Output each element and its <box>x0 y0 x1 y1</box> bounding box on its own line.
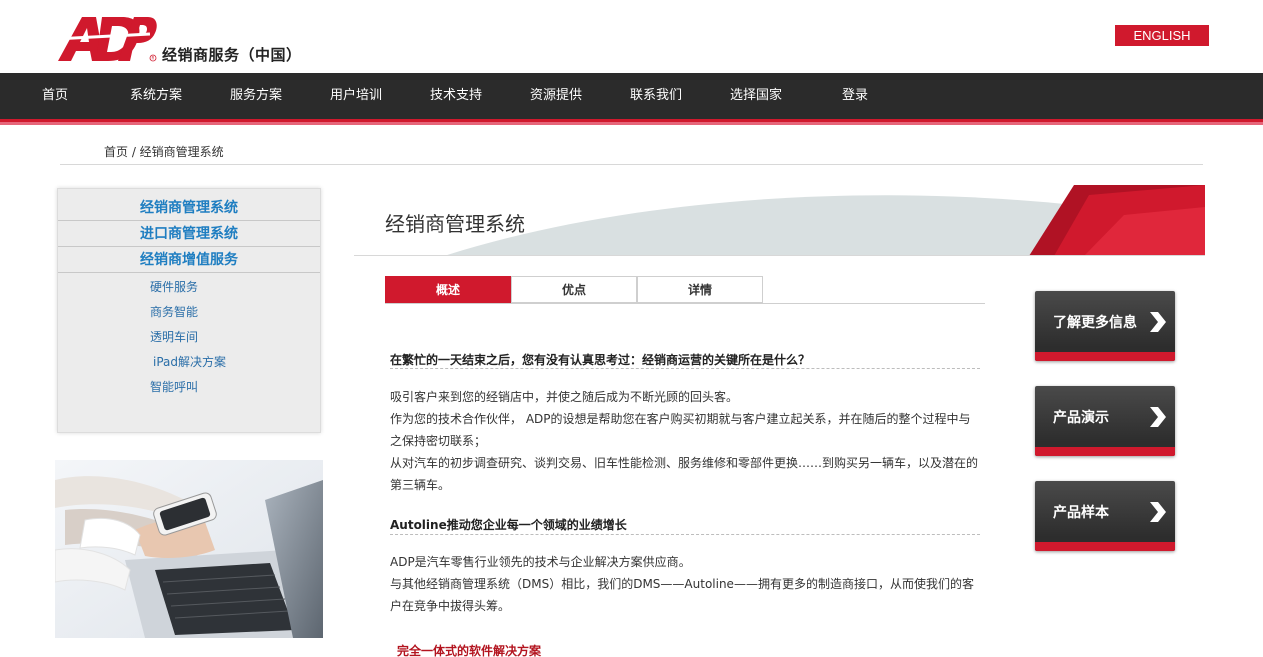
chevron-right-icon <box>1150 312 1166 332</box>
nav-item-login[interactable]: 登录 <box>842 73 868 119</box>
breadcrumb-divider <box>60 164 1203 165</box>
sidebar-item-importer-management[interactable]: 进口商管理系统 <box>58 221 320 247</box>
content-heading-integrated-solution: 完全一体式的软件解决方案 <box>397 644 542 657</box>
nav-item-system-solutions[interactable]: 系统方案 <box>130 73 182 119</box>
site-header: R 经销商服务（中国） ENGLISH <box>0 0 1263 73</box>
main-nav: 首页 系统方案 服务方案 用户培训 技术支持 资源提供 联系我们 选择国家 登录 <box>0 73 1263 119</box>
nav-item-home[interactable]: 首页 <box>42 73 68 119</box>
nav-item-tech-support[interactable]: 技术支持 <box>430 73 482 119</box>
para-line: 户在竞争中拔得头筹。 <box>390 599 511 613</box>
para-line: 吸引客户来到您的经销店中，并使之随后成为不断光顾的回头客。 <box>390 390 739 404</box>
para-line: 第三辆车。 <box>390 478 451 492</box>
sidebar-subitem-ipad-solution[interactable]: iPad解决方案 <box>153 353 226 370</box>
nav-item-contact-us[interactable]: 联系我们 <box>630 73 682 119</box>
cta-accent-bar <box>1035 447 1175 456</box>
nav-item-service-solutions[interactable]: 服务方案 <box>230 73 282 119</box>
learn-more-button[interactable]: 了解更多信息 <box>1035 291 1175 361</box>
sidebar-subitem-smart-call[interactable]: 智能呼叫 <box>150 378 198 395</box>
tab-details[interactable]: 详情 <box>637 276 763 303</box>
nav-item-select-country[interactable]: 选择国家 <box>730 73 782 119</box>
para-line: 与其他经销商管理系统（DMS）相比，我们的DMS——Autoline——拥有更多… <box>390 577 974 591</box>
dashed-divider <box>390 368 980 369</box>
svg-text:R: R <box>152 56 155 61</box>
para-line: 之保持密切联系； <box>390 434 487 448</box>
adp-logo[interactable]: R <box>52 13 158 63</box>
product-demo-button[interactable]: 产品演示 <box>1035 386 1175 456</box>
para-line: ADP是汽车零售行业领先的技术与企业解决方案供应商。 <box>390 555 691 569</box>
sidebar-subitem-business-intelligence[interactable]: 商务智能 <box>150 303 198 320</box>
cta-accent-bar <box>1035 352 1175 361</box>
tab-overview[interactable]: 概述 <box>385 276 511 303</box>
nav-item-resources[interactable]: 资源提供 <box>530 73 582 119</box>
cta-label: 了解更多信息 <box>1053 315 1137 331</box>
content-tabs: 概述 优点 详情 <box>385 276 985 304</box>
sidebar-item-value-added-services[interactable]: 经销商增值服务 <box>58 247 320 273</box>
english-language-button[interactable]: ENGLISH <box>1115 25 1209 46</box>
page-title: 经销商管理系统 <box>385 212 525 236</box>
content-heading-autoline: Autoline推动您企业每一个领域的业绩增长 <box>390 518 627 532</box>
sidebar-menu: 经销商管理系统 进口商管理系统 经销商增值服务 硬件服务 商务智能 透明车间 i… <box>57 188 321 433</box>
nav-item-user-training[interactable]: 用户培训 <box>330 73 382 119</box>
content-paragraph-autoline: ADP是汽车零售行业领先的技术与企业解决方案供应商。 与其他经销商管理系统（DM… <box>390 551 980 617</box>
content-paragraph-intro: 吸引客户来到您的经销店中，并使之随后成为不断光顾的回头客。 作为您的技术合作伙伴… <box>390 386 980 496</box>
sidebar-subitem-transparent-workshop[interactable]: 透明车间 <box>150 328 198 345</box>
product-samples-button[interactable]: 产品样本 <box>1035 481 1175 551</box>
para-line: 作为您的技术合作伙伴， ADP的设想是帮助您在客户购买初期就与客户建立起关系，并… <box>390 412 971 426</box>
tab-advantages[interactable]: 优点 <box>511 276 637 303</box>
nav-accent-stripe <box>0 119 1263 125</box>
content-heading-question: 在繁忙的一天结束之后，您有没有认真思考过：经销商运营的关键所在是什么？ <box>390 353 811 367</box>
sidebar-item-dealer-management[interactable]: 经销商管理系统 <box>58 195 320 221</box>
para-line: 从对汽车的初步调查研究、谈判交易、旧车性能检测、服务维修和零部件更换……到购买另… <box>390 456 979 470</box>
cta-accent-bar <box>1035 542 1175 551</box>
cta-label: 产品样本 <box>1053 505 1109 521</box>
chevron-right-icon <box>1150 407 1166 427</box>
breadcrumb[interactable]: 首页 / 经销商管理系统 <box>104 143 224 160</box>
sidebar-subitem-hardware[interactable]: 硬件服务 <box>150 278 198 295</box>
chevron-right-icon <box>1150 502 1166 522</box>
dashed-divider <box>390 534 980 535</box>
laptop-phone-photo <box>55 460 323 638</box>
brand-subtitle: 经销商服务（中国） <box>162 46 302 64</box>
cta-label: 产品演示 <box>1053 410 1109 426</box>
